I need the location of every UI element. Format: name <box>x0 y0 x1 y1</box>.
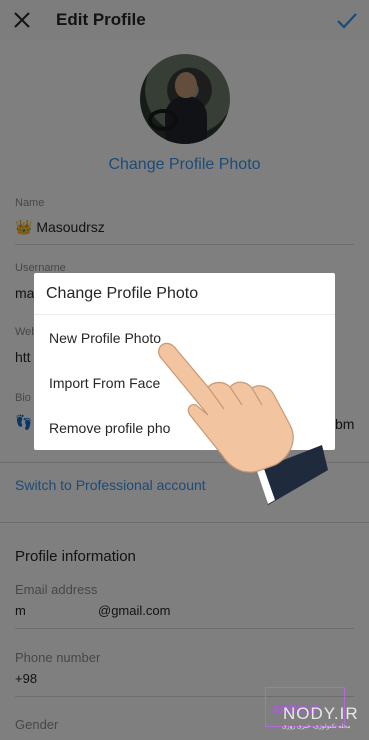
pointing-hand-icon <box>158 342 328 505</box>
dialog-divider <box>34 314 335 315</box>
watermark-tagline: مجله تکنولوژی، خبری روزی <box>282 724 351 730</box>
new-profile-photo-option[interactable]: New Profile Photo <box>49 330 161 346</box>
import-from-facebook-option[interactable]: Import From Face <box>49 375 160 391</box>
watermark-nody: NODY.IR <box>283 704 359 723</box>
dialog-title: Change Profile Photo <box>46 285 199 302</box>
